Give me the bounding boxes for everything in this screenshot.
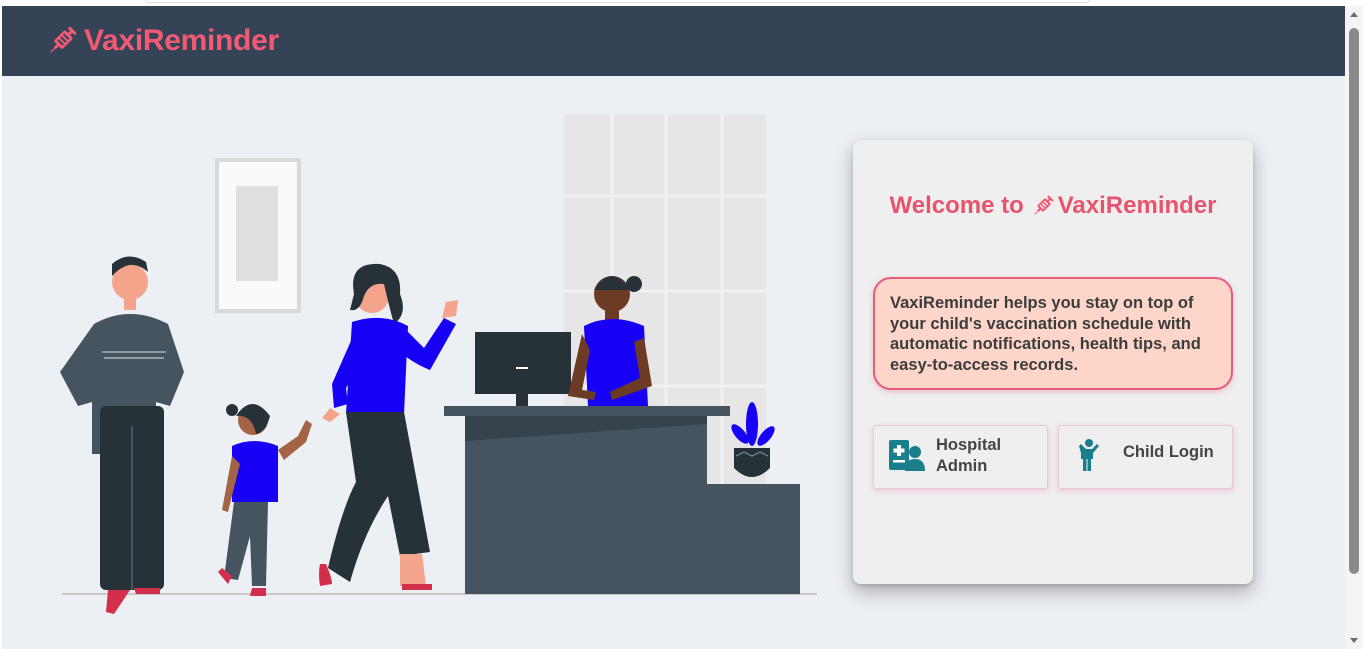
syringe-icon bbox=[1030, 193, 1056, 219]
scroll-down-arrow-icon[interactable] bbox=[1350, 638, 1358, 643]
scroll-thumb[interactable] bbox=[1349, 28, 1359, 574]
clinic-reception-illustration bbox=[42, 106, 832, 626]
hospital-admin-button[interactable]: Hospital Admin bbox=[873, 425, 1048, 489]
navbar: VaxiReminder bbox=[2, 6, 1345, 76]
hospital-staff-icon bbox=[888, 438, 926, 477]
child-login-label: Child Login bbox=[1123, 442, 1214, 461]
welcome-prefix: Welcome to bbox=[889, 192, 1024, 219]
hospital-admin-label: Hospital Admin bbox=[936, 436, 1002, 475]
welcome-heading: Welcome to VaxiReminder bbox=[853, 192, 1253, 220]
browser-tab-edge bbox=[145, 0, 1090, 3]
brand-name: VaxiReminder bbox=[84, 24, 279, 57]
page-viewport: VaxiReminder Welcome to VaxiReminder Vax… bbox=[2, 6, 1345, 649]
scroll-up-arrow-icon[interactable] bbox=[1350, 12, 1358, 17]
child-figure-icon bbox=[1077, 438, 1101, 477]
vertical-scrollbar[interactable] bbox=[1345, 6, 1363, 649]
brand-link[interactable]: VaxiReminder bbox=[44, 23, 279, 59]
child-login-button[interactable]: Child Login bbox=[1058, 425, 1233, 489]
welcome-card: Welcome to VaxiReminder VaxiReminder hel… bbox=[853, 140, 1253, 584]
info-description: VaxiReminder helps you stay on top of yo… bbox=[873, 277, 1233, 390]
syringe-icon bbox=[44, 23, 80, 59]
welcome-brand: VaxiReminder bbox=[1057, 192, 1217, 219]
description-text: VaxiReminder helps you stay on top of yo… bbox=[890, 294, 1201, 374]
